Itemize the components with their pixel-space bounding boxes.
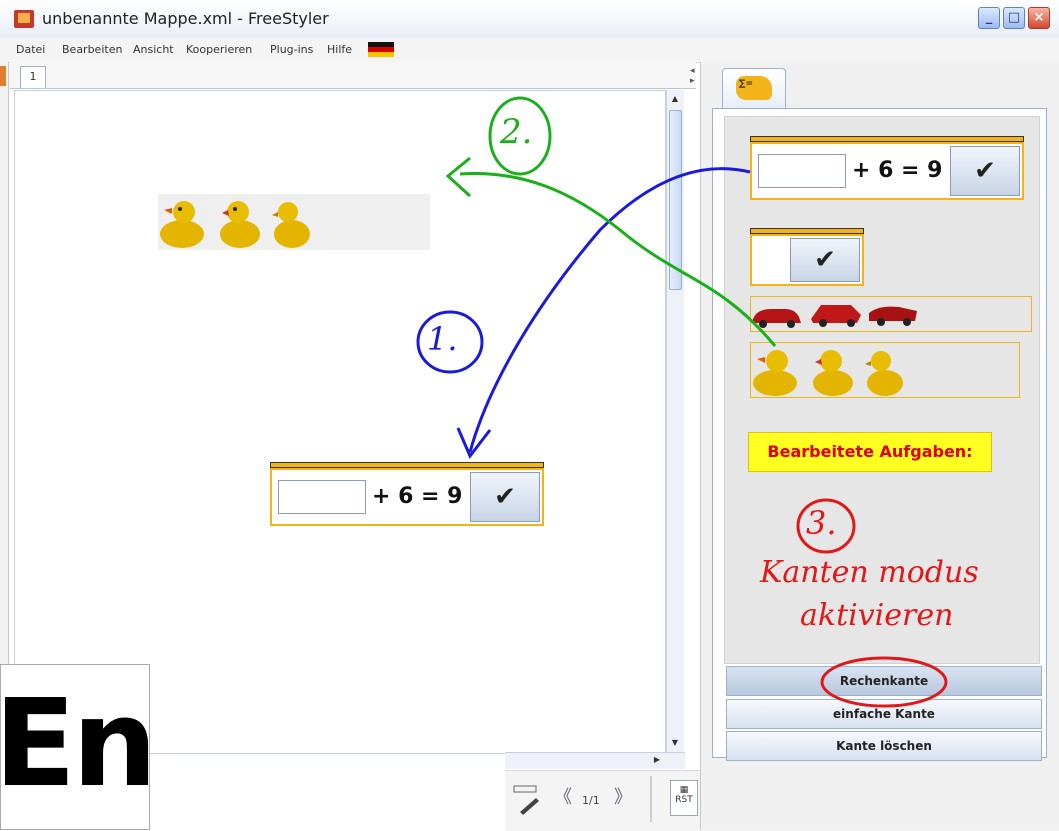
step3-label: 3. <box>806 504 837 542</box>
step3-instruction-line1: Kanten modus <box>760 555 979 590</box>
green-arrowhead-icon <box>445 156 472 198</box>
step1-label: 1. <box>427 320 458 358</box>
step3-instruction-line2: aktivieren <box>800 598 954 633</box>
rechenkante-highlight-circle <box>820 656 948 708</box>
blue-arrow-path <box>468 167 751 453</box>
green-arrow-path <box>459 172 777 347</box>
step2-label: 2. <box>500 112 533 152</box>
